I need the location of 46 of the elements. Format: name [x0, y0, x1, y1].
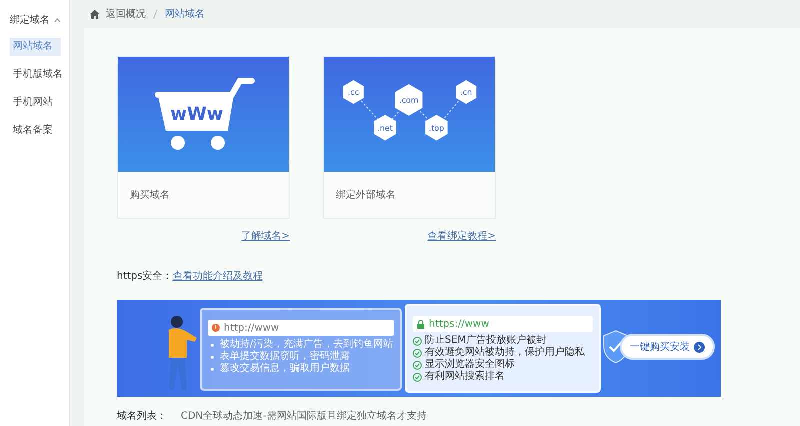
www-text: wWw — [170, 104, 224, 124]
arrow-circle-icon — [694, 342, 705, 352]
breadcrumb-separator — [153, 10, 158, 18]
domain-suffix: .cc — [348, 88, 360, 98]
sidebar-title[interactable]: 绑定域名 — [10, 13, 50, 27]
benefit-text: 有利网站搜索排名 — [425, 371, 505, 383]
buy-install-button[interactable]: 一键购买安装 — [620, 334, 715, 360]
bullet-icon — [211, 368, 214, 370]
domain-list-label: 域名列表： — [117, 410, 167, 423]
url-text: http://www — [224, 322, 280, 334]
risk-text: 表单提交数据窃听，密码泄露 — [220, 351, 350, 362]
tutorial-link[interactable]: 查看功能介绍及教程 — [172, 269, 263, 283]
check-circle-icon — [413, 360, 422, 370]
option-card[interactable]: wWw 购买域名 — [117, 56, 290, 219]
back-link[interactable]: 返回概况 — [106, 7, 146, 21]
url-text: https://www — [429, 318, 490, 330]
domain-suffix: .top — [428, 124, 444, 133]
help-link[interactable]: 查看绑定教程> — [428, 229, 496, 243]
sidebar-item[interactable]: 手机版域名 — [10, 66, 61, 84]
current-page-title: 网站域名 — [165, 8, 205, 21]
benefit-text: 有效避免网站被劫持，保护用户隐私 — [425, 347, 585, 358]
risk-text: 被劫持/污染，充满广告，去到钓鱼网站 — [220, 339, 394, 350]
bullet-icon — [211, 356, 214, 358]
sidebar-item[interactable]: 手机网站 — [10, 94, 61, 112]
check-circle-icon — [413, 336, 422, 346]
cdn-note: CDN全球动态加速-需网站国际版且绑定独立域名才支持 — [181, 410, 427, 423]
domain-suffix: .cn — [460, 88, 472, 98]
sidebar-item[interactable]: 网站域名 — [10, 38, 61, 56]
check-circle-icon — [413, 348, 422, 358]
home-icon[interactable] — [90, 10, 100, 18]
sidebar-item[interactable]: 域名备案 — [10, 122, 61, 140]
card-label: 绑定外部域名 — [335, 188, 397, 203]
bullet-icon — [211, 344, 214, 346]
card-label: 购买域名 — [129, 188, 171, 203]
option-card[interactable]: .cc .com .cn .net .top 绑定外部域名 — [323, 56, 496, 219]
benefit-text: 显示浏览器安全图标 — [425, 359, 515, 370]
benefit-text: 防止SEM广告投放账户被封 — [425, 335, 546, 346]
domain-suffix: .com — [399, 96, 419, 106]
check-circle-icon — [413, 372, 422, 382]
caret-icon[interactable] — [54, 18, 61, 22]
padlock-icon — [417, 320, 425, 328]
https-label: https安全： — [117, 270, 173, 283]
warning-icon — [212, 324, 220, 332]
help-link[interactable]: 了解域名> — [242, 229, 290, 243]
risk-text: 篡改交易信息，骗取用户数据 — [220, 363, 350, 375]
domain-suffix: .net — [378, 124, 394, 133]
